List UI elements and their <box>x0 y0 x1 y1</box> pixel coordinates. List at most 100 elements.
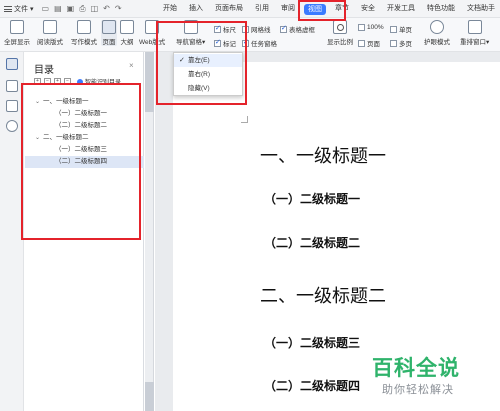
multi-page-button[interactable]: 多页 <box>390 38 412 48</box>
outline-item-label: （一）二级标题三 <box>55 146 107 153</box>
gridlines-checkbox[interactable]: 网格线 <box>242 24 271 34</box>
new-icon[interactable]: ▭ <box>42 4 50 14</box>
markup-checkbox[interactable]: 标记 <box>214 38 236 48</box>
reading-mode-label: 阅读版式 <box>37 39 63 46</box>
menu-doc-assistant[interactable]: 文档助手 <box>461 0 500 18</box>
menu-features[interactable]: 特色功能 <box>421 0 461 18</box>
table-lines-checkbox[interactable]: 表格虚框 <box>280 24 315 34</box>
ruler-label: 标尺 <box>223 27 236 34</box>
preview-icon[interactable]: ◫ <box>91 4 99 14</box>
multi-page-label: 多页 <box>399 41 412 48</box>
checkbox-icon <box>242 25 249 33</box>
smart-toc-button[interactable]: 智能识别目录 <box>77 77 121 86</box>
caret-down-icon[interactable]: ⌄ <box>35 96 40 108</box>
display-ratio-button[interactable]: 显示比例 <box>327 20 353 46</box>
print-icon[interactable]: ⎙ <box>79 4 85 14</box>
fullscreen-icon <box>10 20 24 34</box>
menu-home[interactable]: 开始 <box>157 0 183 18</box>
zoom-icon <box>358 24 365 31</box>
gridlines-label: 网格线 <box>251 27 271 34</box>
demote-icon[interactable]: − <box>64 78 71 85</box>
zoom-value: 100% <box>367 24 384 31</box>
page-view-button[interactable]: 页面 <box>101 20 117 46</box>
markup-label: 标记 <box>223 41 236 48</box>
fullscreen-button[interactable]: 全屏显示 <box>4 20 30 46</box>
menu-view[interactable]: 视图 <box>304 3 326 15</box>
page-icon <box>102 20 116 34</box>
file-menu[interactable]: 文件 ▾ <box>0 4 34 14</box>
menu-insert[interactable]: 插入 <box>183 0 209 18</box>
outline-item[interactable]: （一）二级标题三 <box>25 144 144 156</box>
nav-pane-button[interactable]: 导航窗格▾ <box>176 20 205 46</box>
book-icon <box>43 20 57 34</box>
outline-item[interactable]: ⌄ 二、一级标题二 <box>25 132 144 144</box>
reading-mode-button[interactable]: 阅读版式 <box>37 20 63 46</box>
web-view-button[interactable]: Web版式 <box>139 20 165 46</box>
menu-references[interactable]: 引用 <box>249 0 275 18</box>
window-icon <box>467 20 482 34</box>
expand-icon[interactable]: + <box>34 78 41 85</box>
redo-icon[interactable]: ↷ <box>115 4 122 14</box>
checkbox-checked-icon <box>214 24 221 33</box>
file-menu-label: 文件 <box>14 5 28 13</box>
page-width-button[interactable]: 页面 <box>358 38 380 48</box>
heading-1[interactable]: 二、一级标题二 <box>260 282 386 308</box>
outline-item-label: （二）二级标题二 <box>55 122 107 129</box>
ruler-checkbox[interactable]: 标尺 <box>214 24 236 34</box>
ruler-margin <box>145 52 154 112</box>
watermark-brand: 百科全说 <box>372 356 460 380</box>
nav-pane-title: 目录 <box>34 65 54 76</box>
single-page-button[interactable]: 单页 <box>390 24 412 34</box>
search-icon[interactable] <box>6 120 18 132</box>
toc-icon[interactable] <box>6 58 18 70</box>
promote-icon[interactable]: + <box>54 78 61 85</box>
hide-option[interactable]: 隐藏(V) <box>174 82 242 95</box>
heading-2[interactable]: （二）二级标题二 <box>264 234 360 251</box>
menu-developer[interactable]: 开发工具 <box>381 0 421 18</box>
magnifier-icon <box>333 20 347 34</box>
outline-item-selected[interactable]: （二）二级标题四 <box>25 156 144 168</box>
zoom-100-button[interactable]: 100% <box>358 24 384 31</box>
eye-protect-button[interactable]: 护眼模式 <box>424 20 450 46</box>
fullscreen-label: 全屏显示 <box>4 39 30 46</box>
close-icon[interactable]: × <box>129 61 134 70</box>
menu-section[interactable]: 章节 <box>329 0 355 18</box>
pages-icon[interactable] <box>6 80 18 92</box>
outline-item[interactable]: （一）二级标题一 <box>25 108 144 120</box>
save-icon[interactable]: ▣ <box>67 4 75 14</box>
undo-icon[interactable]: ↶ <box>103 4 110 14</box>
outline-view-button[interactable]: 大纲 <box>120 20 134 46</box>
menu-review[interactable]: 审阅 <box>275 0 301 18</box>
open-icon[interactable]: ▤ <box>54 4 62 14</box>
main-menu: 开始 插入 页面布局 引用 审阅 视图 章节 安全 开发工具 特色功能 文档助手 <box>157 0 500 18</box>
menu-page-layout[interactable]: 页面布局 <box>209 0 249 18</box>
web-icon <box>145 20 160 34</box>
web-view-label: Web版式 <box>139 39 166 46</box>
multi-page-icon <box>390 39 397 47</box>
display-ratio-label: 显示比例 <box>327 39 353 46</box>
heading-2[interactable]: （二）二级标题四 <box>264 377 360 394</box>
outline-item-label: （二）二级标题四 <box>55 158 107 165</box>
outline-item[interactable]: （二）二级标题二 <box>25 120 144 132</box>
collapse-icon[interactable]: − <box>44 78 51 85</box>
heading-1[interactable]: 一、一级标题一 <box>260 142 386 168</box>
rearrange-window-label: 重排窗口▾ <box>460 39 490 46</box>
heading-2[interactable]: （一）二级标题三 <box>264 334 360 351</box>
pen-icon <box>77 20 91 34</box>
outline-item[interactable]: ⌄ 一、一级标题一 <box>25 96 144 108</box>
vertical-ruler[interactable] <box>145 52 154 411</box>
writing-mode-button[interactable]: 写作模式 <box>71 20 97 46</box>
menu-security[interactable]: 安全 <box>355 0 381 18</box>
bookmark-icon[interactable] <box>6 100 18 112</box>
heading-2[interactable]: （一）二级标题一 <box>264 190 360 207</box>
caret-down-icon[interactable]: ⌄ <box>35 132 40 144</box>
margin-corner <box>241 116 248 123</box>
rearrange-window-button[interactable]: 重排窗口▾ <box>460 20 489 46</box>
menu-bar: 文件 ▾ ▭ ▤ ▣ ⎙ ◫ ↶ ↷ 开始 插入 页面布局 引用 审阅 视图 章… <box>0 0 500 18</box>
quick-access-toolbar: ▭ ▤ ▣ ⎙ ◫ ↶ ↷ <box>42 4 122 14</box>
task-pane-checkbox[interactable]: 任务窗格 <box>242 38 277 48</box>
writing-mode-label: 写作模式 <box>71 39 97 46</box>
smart-toc-label: 智能识别目录 <box>85 80 122 86</box>
dock-right-option[interactable]: 靠右(R) <box>174 68 242 81</box>
dock-left-option[interactable]: 靠左(E) <box>174 54 242 67</box>
